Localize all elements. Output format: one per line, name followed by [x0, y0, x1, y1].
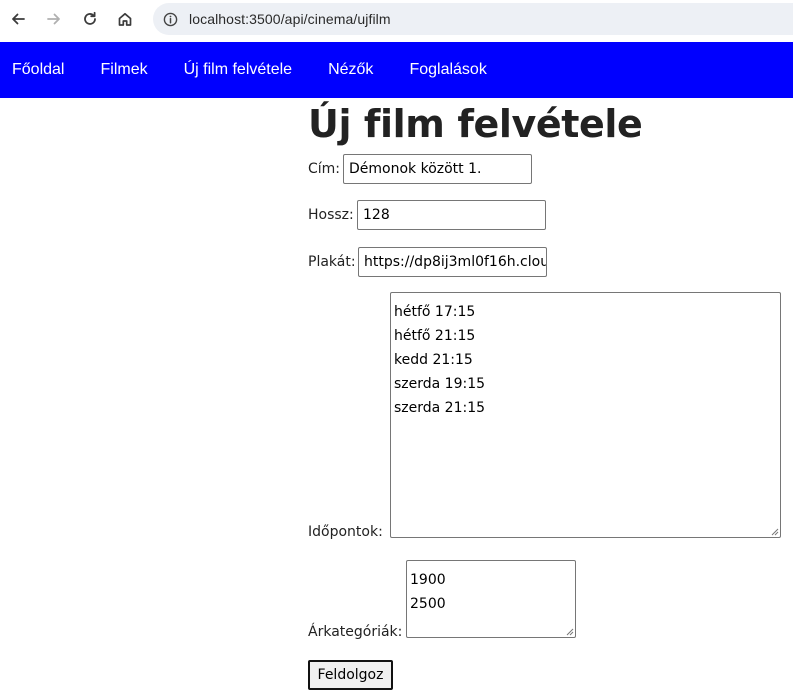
reload-icon[interactable] [78, 7, 102, 31]
url-text[interactable]: localhost:3500/api/cinema/ujfilm [189, 11, 391, 27]
arkategoria-line: 1900 [410, 572, 446, 588]
home-icon[interactable] [113, 7, 137, 31]
plakat-label: Plakát: [308, 254, 356, 270]
address-bar[interactable]: localhost:3500/api/cinema/ujfilm [153, 3, 793, 35]
site-navbar: Főoldal Filmek Új film felvétele Nézők F… [0, 42, 793, 98]
resize-handle-icon[interactable] [770, 527, 779, 536]
browser-toolbar: localhost:3500/api/cinema/ujfilm [0, 0, 793, 42]
back-arrow-icon[interactable] [6, 7, 30, 31]
arkategoriak-textarea[interactable]: 1900 2500 [406, 560, 576, 638]
idopontok-label: Időpontok: [308, 524, 383, 540]
idopont-line: szerda 19:15 [394, 376, 486, 392]
cim-label: Cím: [308, 161, 341, 177]
idopont-line: kedd 21:15 [394, 352, 473, 368]
nav-link-fooldal[interactable]: Főoldal [12, 61, 64, 79]
hossz-input[interactable]: 128 [357, 200, 546, 230]
resize-handle-icon[interactable] [565, 627, 574, 636]
page-title: Új film felvétele [308, 102, 643, 146]
nav-link-foglalasok[interactable]: Foglalások [409, 61, 486, 79]
nav-link-uj-film[interactable]: Új film felvétele [184, 61, 292, 79]
idopont-line: hétfő 17:15 [394, 304, 476, 320]
nav-link-nezok[interactable]: Nézők [328, 61, 373, 79]
submit-button[interactable]: Feldolgoz [308, 660, 393, 690]
nav-link-filmek[interactable]: Filmek [100, 61, 147, 79]
hossz-label: Hossz: [308, 207, 354, 223]
plakat-input[interactable]: https://dp8ij3ml0f16h.clou [358, 247, 547, 277]
idopont-line: szerda 21:15 [394, 400, 486, 416]
forward-arrow-icon[interactable] [42, 7, 66, 31]
site-info-icon[interactable] [162, 11, 178, 27]
idopontok-textarea[interactable]: hétfő 17:15 hétfő 21:15 kedd 21:15 szerd… [390, 292, 781, 538]
idopont-line: hétfő 21:15 [394, 328, 476, 344]
cim-input[interactable]: Démonok között 1. [343, 154, 532, 184]
arkategoria-line: 2500 [410, 596, 446, 612]
arkategoriak-label: Árkategóriák: [308, 624, 403, 640]
